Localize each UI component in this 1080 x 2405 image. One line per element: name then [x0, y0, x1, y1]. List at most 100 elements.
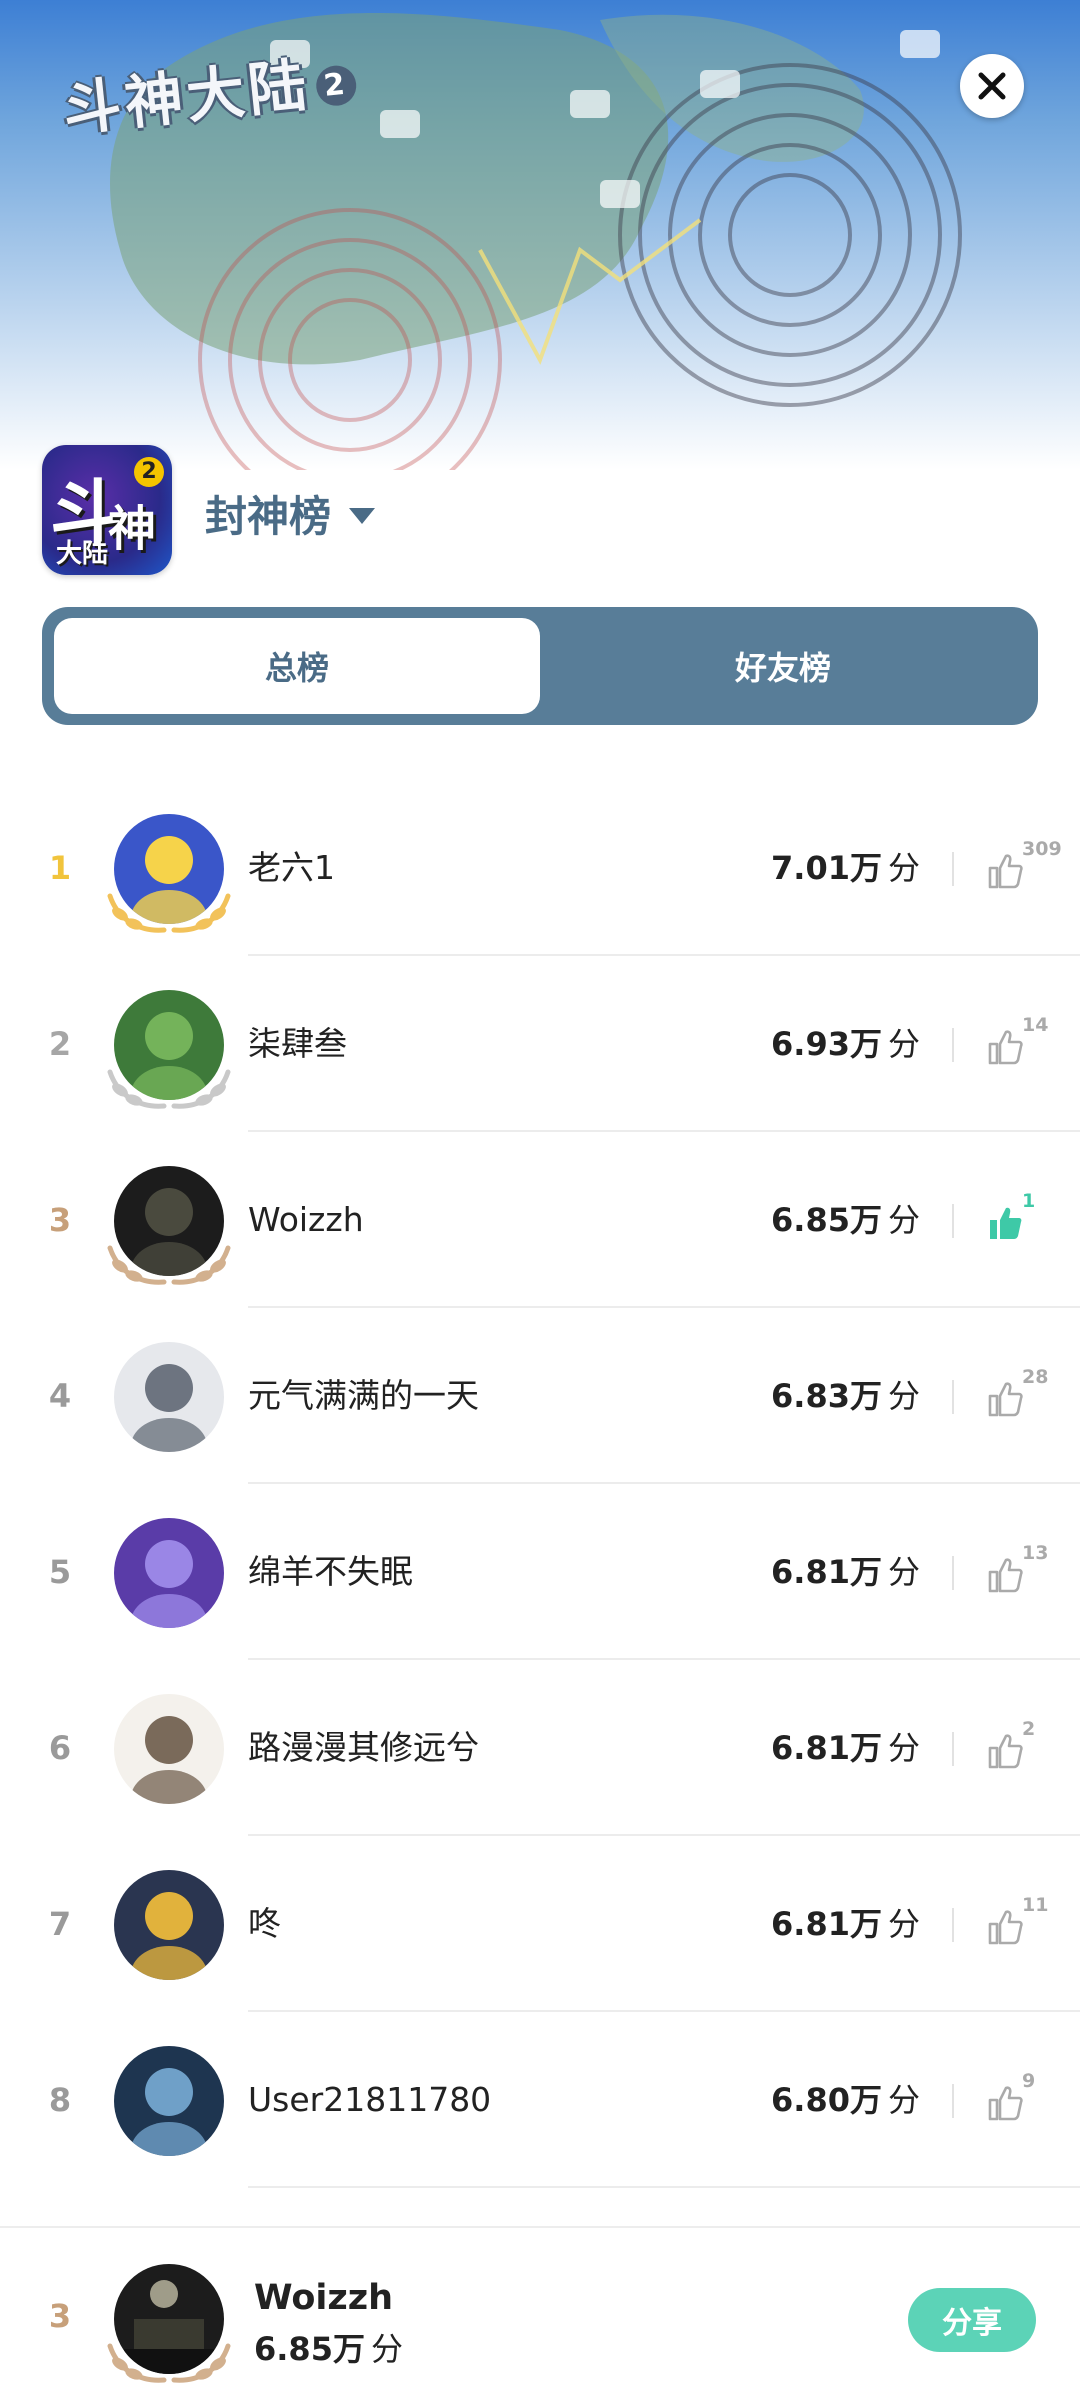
like-button[interactable]: 13 — [986, 1542, 1056, 1604]
player-score: 6.85万分 — [771, 1132, 920, 1308]
player-avatar[interactable] — [104, 814, 234, 938]
tab-friends[interactable]: 好友榜 — [540, 618, 1026, 714]
leaderboard-tabs: 总榜 好友榜 — [42, 607, 1038, 725]
like-button[interactable]: 1 — [986, 1190, 1056, 1252]
rank-number: 6 — [48, 1729, 72, 1767]
score-value: 6.83万 — [771, 1377, 882, 1415]
player-avatar[interactable] — [104, 1518, 234, 1642]
avatar — [114, 1694, 224, 1804]
player-score: 7.01万分 — [771, 780, 920, 956]
score-value: 6.81万 — [771, 1553, 882, 1591]
thumbs-up-icon — [988, 1030, 1023, 1065]
player-avatar[interactable] — [104, 1166, 234, 1290]
thumbs-up-icon — [988, 1382, 1023, 1417]
like-count: 28 — [1022, 1366, 1049, 1388]
like-button[interactable]: 28 — [986, 1366, 1056, 1428]
tab-overall[interactable]: 总榜 — [54, 618, 540, 714]
player-name: 柒肆叁 — [248, 1024, 347, 1063]
separator — [952, 1556, 954, 1590]
like-count: 1 — [1022, 1190, 1036, 1212]
leaderboard-title: 封神榜 — [205, 492, 332, 541]
score-unit: 分 — [887, 2081, 920, 2119]
table-row[interactable]: 8 User21811780 6.80万分 9 — [0, 2012, 1080, 2188]
table-row[interactable]: 3 Woizzh 6.85万分 1 — [0, 1132, 1080, 1308]
separator — [952, 2084, 954, 2118]
rank-number: 8 — [48, 2081, 72, 2119]
like-button[interactable]: 2 — [986, 1718, 1056, 1780]
like-button[interactable]: 9 — [986, 2070, 1056, 2132]
score-value: 7.01万 — [771, 849, 882, 887]
my-rank-bar: 3 Woizzh 6.85万分 分享 — [0, 2226, 1080, 2405]
avatar — [114, 1342, 224, 1452]
table-row[interactable]: 6 路漫漫其修远兮 6.81万分 2 — [0, 1660, 1080, 1836]
close-icon — [978, 72, 1006, 100]
score-unit: 分 — [887, 1553, 920, 1591]
app-icon-char-second: 神 — [108, 501, 157, 557]
avatar — [114, 2046, 224, 2156]
thumbs-up-icon — [988, 854, 1023, 889]
my-avatar — [104, 2264, 234, 2388]
score-unit: 分 — [887, 1905, 920, 1943]
like-button[interactable]: 14 — [986, 1014, 1056, 1076]
like-count: 11 — [1022, 1894, 1049, 1916]
table-row[interactable]: 4 元气满满的一天 6.83万分 28 — [0, 1308, 1080, 1484]
player-avatar[interactable] — [104, 1870, 234, 1994]
score-value: 6.85万 — [771, 1201, 882, 1239]
player-score: 6.81万分 — [771, 1484, 920, 1660]
separator — [952, 1204, 954, 1238]
like-button[interactable]: 309 — [986, 838, 1062, 900]
my-name: Woizzh — [254, 2278, 394, 2318]
rank-number: 1 — [48, 849, 72, 887]
leaderboard-selector[interactable]: 封神榜 — [205, 483, 376, 544]
rank-number: 4 — [48, 1377, 72, 1415]
game-logo-number: 2 — [314, 63, 359, 108]
score-unit: 分 — [887, 1025, 920, 1063]
avatar-image — [114, 1694, 224, 1804]
thumbs-up-icon — [988, 1910, 1023, 1945]
player-score: 6.83万分 — [771, 1308, 920, 1484]
like-count: 9 — [1022, 2070, 1036, 2092]
close-button[interactable] — [960, 54, 1024, 118]
player-name: 老六1 — [248, 848, 335, 887]
score-value: 6.80万 — [771, 2081, 882, 2119]
like-count: 13 — [1022, 1542, 1049, 1564]
row-divider — [248, 2186, 1080, 2188]
thumbs-up-filled-icon — [990, 1207, 1022, 1239]
separator — [952, 1732, 954, 1766]
avatar-image — [114, 2046, 224, 2156]
player-name: 元气满满的一天 — [248, 1376, 479, 1415]
score-value: 6.81万 — [771, 1729, 882, 1767]
score-unit: 分 — [887, 1729, 920, 1767]
app-icon-char-small: 大陆 — [56, 539, 109, 569]
my-rank: 3 — [48, 2297, 72, 2335]
separator — [952, 1908, 954, 1942]
player-name: 咚 — [248, 1904, 281, 1943]
laurel-icon — [107, 1069, 231, 1109]
table-row[interactable]: 7 咚 6.81万分 11 — [0, 1836, 1080, 2012]
caret-down-icon — [349, 507, 376, 524]
avatar-image — [114, 1342, 224, 1452]
player-name: User21811780 — [248, 2080, 492, 2119]
share-button[interactable]: 分享 — [908, 2288, 1036, 2352]
score-value: 6.81万 — [771, 1905, 882, 1943]
like-button[interactable]: 11 — [986, 1894, 1056, 1956]
table-row[interactable]: 5 绵羊不失眠 6.81万分 13 — [0, 1484, 1080, 1660]
separator — [952, 1028, 954, 1062]
avatar — [114, 1518, 224, 1628]
like-count: 2 — [1022, 1718, 1036, 1740]
player-avatar[interactable] — [104, 1694, 234, 1818]
player-name: 路漫漫其修远兮 — [248, 1728, 479, 1767]
ranking-list: 1 老六1 7.01万分 309 2 柒肆叁 6.93万分 14 3 Woizzh 6.85万分 1 4… — [0, 780, 1080, 2188]
separator — [952, 852, 954, 886]
my-score: 6.85万分 — [254, 2324, 403, 2370]
thumbs-up-icon — [988, 1558, 1023, 1593]
avatar-image — [114, 1870, 224, 1980]
player-avatar[interactable] — [104, 1342, 234, 1466]
player-avatar[interactable] — [104, 2046, 234, 2170]
score-unit: 分 — [887, 849, 920, 887]
rank-number: 3 — [48, 1201, 72, 1239]
table-row[interactable]: 1 老六1 7.01万分 309 — [0, 780, 1080, 956]
like-count: 14 — [1022, 1014, 1049, 1036]
table-row[interactable]: 2 柒肆叁 6.93万分 14 — [0, 956, 1080, 1132]
player-avatar[interactable] — [104, 990, 234, 1114]
